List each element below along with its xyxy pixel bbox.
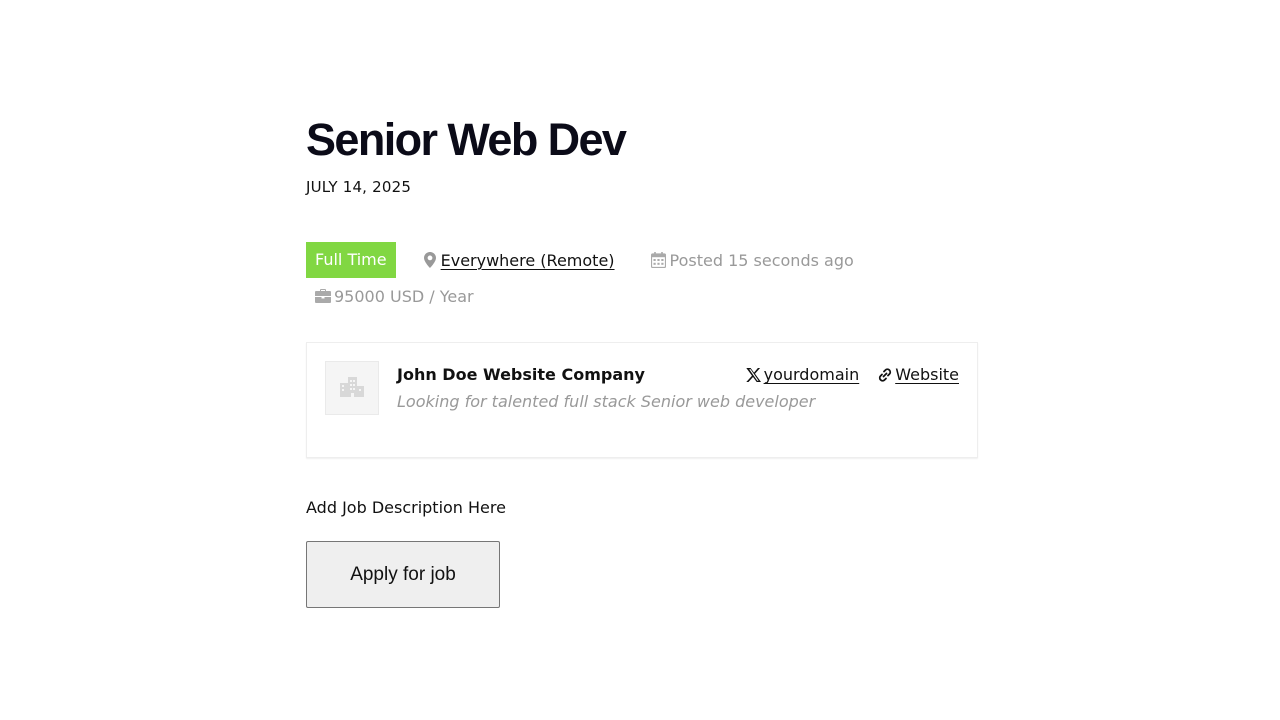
job-meta: Full Time Everywhere (Remote) Posted 15 …: [306, 242, 978, 314]
job-meta-row-2: 95000 USD / Year: [306, 278, 474, 314]
calendar-icon: [651, 252, 667, 268]
job-date: JULY 14, 2025: [306, 178, 412, 196]
briefcase-icon: [315, 288, 331, 304]
job-title: Senior Web Dev: [306, 114, 627, 165]
job-salary: 95000 USD / Year: [315, 287, 474, 306]
company-tagline: Looking for talented full stack Senior w…: [397, 392, 816, 411]
company-links: yourdomain Website: [745, 365, 959, 384]
x-logo-icon: [745, 367, 764, 383]
job-posted: Posted 15 seconds ago: [651, 251, 854, 270]
building-icon: [339, 375, 365, 401]
salary-text: 95000 USD / Year: [334, 286, 474, 306]
link-icon: [877, 367, 895, 383]
twitter-label: yourdomain: [763, 365, 860, 384]
website-label: Website: [895, 365, 959, 384]
job-type-badge: Full Time: [306, 242, 396, 278]
company-logo: [325, 361, 379, 415]
map-pin-icon: [422, 252, 438, 268]
company-card: John Doe Website Company Looking for tal…: [306, 342, 978, 458]
apply-for-job-button[interactable]: Apply for job: [306, 541, 500, 608]
location-link[interactable]: Everywhere (Remote): [441, 251, 615, 270]
company-twitter-link[interactable]: yourdomain: [745, 365, 860, 384]
job-content: Senior Web Dev JULY 14, 2025 Full Time E…: [306, 112, 978, 608]
company-website-link[interactable]: Website: [877, 365, 959, 384]
job-listing-page: Senior Web Dev JULY 14, 2025 Full Time E…: [0, 0, 1280, 720]
posted-text: Posted 15 seconds ago: [669, 250, 854, 270]
job-location: Everywhere (Remote): [422, 251, 615, 270]
company-name: John Doe Website Company: [397, 365, 645, 384]
job-meta-row: Full Time Everywhere (Remote) Posted 15 …: [306, 242, 854, 278]
job-description: Add Job Description Here: [306, 498, 506, 517]
